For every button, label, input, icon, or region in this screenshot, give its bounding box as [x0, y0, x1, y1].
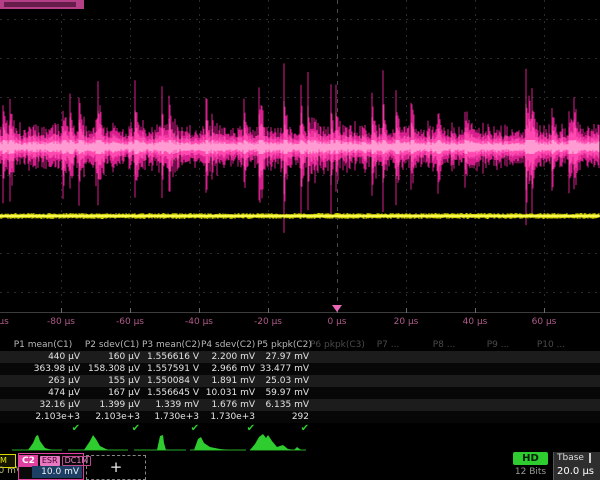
- time-axis-label: -20 µs: [254, 317, 282, 327]
- histicon-p5[interactable]: [250, 434, 301, 450]
- waveform-plot: [0, 0, 600, 332]
- measure-value: 1.550084 V: [142, 375, 199, 387]
- histicon-p3[interactable]: [157, 435, 166, 450]
- measure-value: 1.730e+3: [201, 411, 255, 423]
- timebase-separator: [589, 453, 591, 463]
- measure-value: 263 µV: [6, 375, 80, 387]
- measure-value: 2.103e+3: [6, 411, 80, 423]
- histicon-p4[interactable]: [194, 437, 228, 450]
- c2-label[interactable]: C2: [19, 455, 38, 467]
- hd-mode-badge[interactable]: HD: [513, 452, 548, 465]
- c2-esr-badge: ESR: [40, 456, 60, 466]
- time-axis-label: 40 µs: [463, 317, 488, 327]
- time-axis-label: 60 µs: [532, 317, 557, 327]
- param-header[interactable]: P2 sdev(C1): [84, 339, 140, 351]
- measure-value: 1.556616 V: [142, 351, 199, 363]
- measure-value: 474 µV: [6, 387, 80, 399]
- add-trace-button[interactable]: +: [86, 455, 146, 480]
- time-axis-label: -80 µs: [47, 317, 75, 327]
- measure-value: 10.031 mV: [201, 387, 255, 399]
- time-axis-label: -40 µs: [185, 317, 213, 327]
- measure-value: 160 µV: [84, 351, 140, 363]
- measure-value: 167 µV: [84, 387, 140, 399]
- c2-descriptor[interactable]: C2 ESR DC1M 10.0 mV: [18, 453, 84, 480]
- c2-scale-value[interactable]: 10.0 mV: [32, 466, 82, 478]
- measure-value: 2.966 mV: [201, 363, 255, 375]
- param-header[interactable]: P3 mean(C2): [142, 339, 199, 351]
- time-axis-label: 0 µs: [327, 317, 346, 327]
- param-header[interactable]: P1 mean(C1): [6, 339, 80, 351]
- measure-value: 363.98 µV: [6, 363, 80, 375]
- measure-value: 32.16 µV: [6, 399, 80, 411]
- measure-value: 27.97 mV: [257, 351, 309, 363]
- measure-value: 25.03 mV: [257, 375, 309, 387]
- param-header[interactable]: P5 pkpk(C2): [257, 339, 309, 351]
- measure-value: 155 µV: [84, 375, 140, 387]
- histicon-p2[interactable]: [84, 435, 108, 450]
- measure-histicons: [0, 430, 310, 454]
- param-header-inactive[interactable]: P8 ...: [418, 339, 470, 351]
- param-header[interactable]: P4 sdev(C2): [201, 339, 255, 351]
- measure-value: 2.200 mV: [201, 351, 255, 363]
- measure-value: 1.556645 V: [142, 387, 199, 399]
- param-header-inactive[interactable]: P6 pkpk(C3): [310, 339, 362, 351]
- measure-value: 292: [257, 411, 309, 423]
- oscilloscope-screen: -100 µs -80 µs -60 µs -40 µs -20 µs 0 µs 20 µs…: [0, 0, 600, 480]
- param-header-inactive[interactable]: P9 ...: [472, 339, 524, 351]
- trigger-position-marker[interactable]: [332, 305, 342, 312]
- measure-value: 59.97 mV: [257, 387, 309, 399]
- measure-value: 158.308 µV: [84, 363, 140, 375]
- time-axis-line: [0, 312, 600, 313]
- measure-value: 1.557591 V: [142, 363, 199, 375]
- top-left-badge: [0, 0, 84, 9]
- time-axis-label: 20 µs: [394, 317, 419, 327]
- timebase-descriptor[interactable]: Tbase 20.0 µs: [553, 452, 600, 480]
- measure-value: 6.135 mV: [257, 399, 309, 411]
- param-header-inactive[interactable]: P: [592, 339, 600, 351]
- time-axis-label: -100 µs: [0, 317, 9, 327]
- measure-value: 1.339 mV: [142, 399, 199, 411]
- hd-bits-label: 12 Bits: [509, 467, 552, 477]
- measure-value: 1.891 mV: [201, 375, 255, 387]
- time-axis-label: -60 µs: [116, 317, 144, 327]
- measure-value: 1.730e+3: [142, 411, 199, 423]
- measure-value: 33.477 mV: [257, 363, 309, 375]
- measure-value: 1.676 mV: [201, 399, 255, 411]
- measure-value: 1.399 µV: [84, 399, 140, 411]
- measure-value: 440 µV: [6, 351, 80, 363]
- param-header-inactive[interactable]: P10 ...: [525, 339, 577, 351]
- measure-value: 2.103e+3: [84, 411, 140, 423]
- timebase-value: 20.0 µs: [557, 466, 594, 477]
- timebase-label: Tbase: [557, 453, 584, 463]
- histicon-p1[interactable]: [28, 435, 52, 450]
- param-header-inactive[interactable]: P7 ...: [362, 339, 414, 351]
